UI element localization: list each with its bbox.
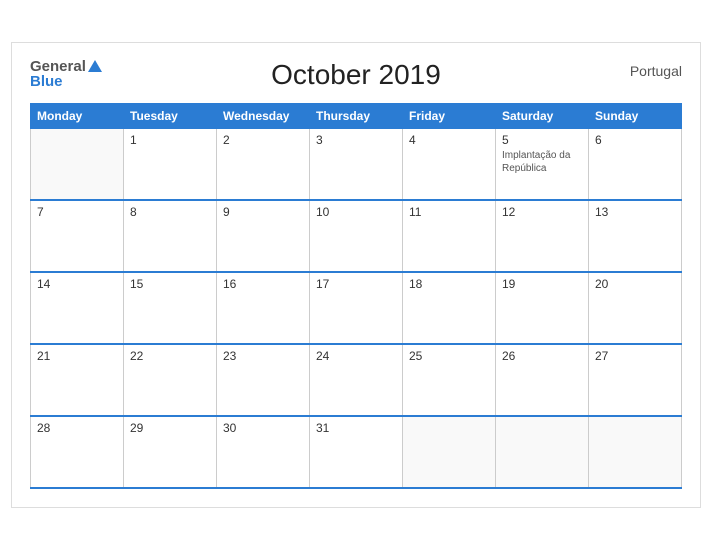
day-number: 18	[409, 277, 489, 291]
calendar-day-cell: 16	[217, 272, 310, 344]
calendar-week-row: 789 10 11 12 13	[31, 200, 682, 272]
calendar-day-cell: 8	[124, 200, 217, 272]
calendar-day-cell: 1	[124, 128, 217, 200]
calendar-day-cell: 3	[310, 128, 403, 200]
calendar-day-cell	[31, 128, 124, 200]
day-number: 25	[409, 349, 489, 363]
day-number: 5	[502, 133, 582, 147]
day-number: 29	[130, 421, 210, 435]
calendar-day-cell: 19	[496, 272, 589, 344]
day-number: 15	[130, 277, 210, 291]
calendar-day-cell: 5 Implantação da República	[496, 128, 589, 200]
calendar-day-cell: 20	[589, 272, 682, 344]
calendar-day-cell: 14	[31, 272, 124, 344]
day-number: 28	[37, 421, 117, 435]
calendar-day-cell	[403, 416, 496, 488]
day-number: 30	[223, 421, 303, 435]
day-number: 16	[223, 277, 303, 291]
day-number: 1	[130, 133, 210, 147]
day-number: 31	[316, 421, 396, 435]
calendar-day-cell: 25	[403, 344, 496, 416]
day-number: 17	[316, 277, 396, 291]
day-number: 12	[502, 205, 582, 219]
calendar-week-row: 14 15 16 17 18 19 20	[31, 272, 682, 344]
calendar-day-cell: 9	[217, 200, 310, 272]
weekday-header: Monday	[31, 103, 124, 128]
calendar-day-cell: 7	[31, 200, 124, 272]
calendar-day-cell: 17	[310, 272, 403, 344]
calendar-header-row: MondayTuesdayWednesdayThursdayFridaySatu…	[31, 103, 682, 128]
calendar-grid: MondayTuesdayWednesdayThursdayFridaySatu…	[30, 103, 682, 490]
weekday-header: Sunday	[589, 103, 682, 128]
day-number: 8	[130, 205, 210, 219]
calendar-day-cell: 12	[496, 200, 589, 272]
calendar-day-cell: 11	[403, 200, 496, 272]
calendar-day-cell: 28	[31, 416, 124, 488]
calendar-title: October 2019	[271, 59, 441, 91]
calendar-day-cell: 21	[31, 344, 124, 416]
weekday-header: Thursday	[310, 103, 403, 128]
calendar-day-cell	[589, 416, 682, 488]
calendar-day-cell: 22	[124, 344, 217, 416]
logo-general-text: General	[30, 59, 86, 74]
calendar-day-cell: 15	[124, 272, 217, 344]
calendar-container: General Blue October 2019 Portugal Monda…	[11, 42, 701, 509]
calendar-day-cell: 27	[589, 344, 682, 416]
day-number: 7	[37, 205, 117, 219]
calendar-day-cell: 4	[403, 128, 496, 200]
calendar-day-cell: 29	[124, 416, 217, 488]
weekday-header: Saturday	[496, 103, 589, 128]
calendar-day-cell	[496, 416, 589, 488]
logo: General Blue	[30, 59, 102, 89]
day-number: 3	[316, 133, 396, 147]
calendar-day-cell: 26	[496, 344, 589, 416]
calendar-day-cell: 2	[217, 128, 310, 200]
day-number: 26	[502, 349, 582, 363]
day-number: 13	[595, 205, 675, 219]
holiday-text: Implantação da República	[502, 149, 582, 175]
day-number: 19	[502, 277, 582, 291]
day-number: 24	[316, 349, 396, 363]
day-number: 21	[37, 349, 117, 363]
day-number: 4	[409, 133, 489, 147]
calendar-day-cell: 10	[310, 200, 403, 272]
day-number: 6	[595, 133, 675, 147]
weekday-header: Wednesday	[217, 103, 310, 128]
logo-blue-text: Blue	[30, 74, 102, 89]
calendar-day-cell: 30	[217, 416, 310, 488]
calendar-day-cell: 31	[310, 416, 403, 488]
weekday-header: Tuesday	[124, 103, 217, 128]
country-label: Portugal	[630, 63, 682, 79]
calendar-day-cell: 24	[310, 344, 403, 416]
day-number: 10	[316, 205, 396, 219]
day-number: 9	[223, 205, 303, 219]
weekday-header: Friday	[403, 103, 496, 128]
day-number: 22	[130, 349, 210, 363]
calendar-day-cell: 6	[589, 128, 682, 200]
calendar-week-row: 12345 Implantação da República 6	[31, 128, 682, 200]
logo-triangle-icon	[88, 60, 102, 72]
calendar-day-cell: 23	[217, 344, 310, 416]
calendar-day-cell: 18	[403, 272, 496, 344]
calendar-week-row: 21 22 23 24 25 26 27	[31, 344, 682, 416]
day-number: 23	[223, 349, 303, 363]
calendar-week-row: 28 29 30 31	[31, 416, 682, 488]
calendar-header: General Blue October 2019 Portugal	[30, 59, 682, 91]
day-number: 20	[595, 277, 675, 291]
day-number: 11	[409, 205, 489, 219]
calendar-day-cell: 13	[589, 200, 682, 272]
calendar-body: 12345Implantação da República67891011121…	[31, 128, 682, 488]
day-number: 14	[37, 277, 117, 291]
day-number: 27	[595, 349, 675, 363]
day-number: 2	[223, 133, 303, 147]
